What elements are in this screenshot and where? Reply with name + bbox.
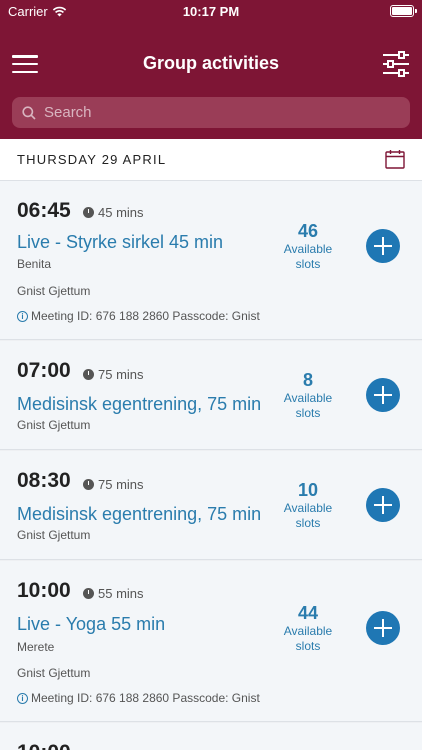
duration-label: 75 mins xyxy=(98,477,144,492)
activity-instructor: Merete xyxy=(17,640,55,654)
duration-label: 45 mins xyxy=(98,205,144,220)
activity-name: Live - Yoga 55 min xyxy=(17,614,166,634)
info-icon: i xyxy=(17,692,28,704)
activity-duration: 55 mins xyxy=(83,586,144,601)
activity-instructor: Benita xyxy=(17,257,52,271)
add-activity-button[interactable] xyxy=(366,378,400,412)
date-header: THURSDAY 29 APRIL xyxy=(0,139,422,181)
activity-duration: 75 mins xyxy=(83,367,144,382)
activity-time: 10:00 xyxy=(17,579,71,602)
date-label: THURSDAY 29 APRIL xyxy=(17,152,167,167)
activity-name: Live - Styrke sirkel 45 min xyxy=(17,232,224,252)
activity-duration: 45 mins xyxy=(83,205,144,220)
activity-name: Medisinsk egentrening, 75 min xyxy=(17,394,262,414)
search-bar[interactable] xyxy=(12,97,410,128)
meeting-info: i Meeting ID: 676 188 2860 Passcode: Gni… xyxy=(17,691,277,705)
duration-label: 55 mins xyxy=(98,586,144,601)
add-activity-button[interactable] xyxy=(366,611,400,645)
duration-label: 75 mins xyxy=(98,367,144,382)
clock-icon xyxy=(83,207,94,218)
available-slots: 46 Available slots xyxy=(276,221,340,272)
activity-time: 10:00 xyxy=(17,741,71,750)
slots-count: 10 xyxy=(297,480,319,500)
nav-bar: Group activities xyxy=(0,24,422,139)
search-icon xyxy=(22,105,36,120)
available-slots: 10 Available slots xyxy=(276,480,340,531)
add-activity-button[interactable] xyxy=(366,488,400,522)
activity-time: 08:30 xyxy=(17,469,71,492)
activity-card[interactable]: 10:00 55 mins Live - Yoga 55 min Merete … xyxy=(0,561,422,722)
slots-label: Available slots xyxy=(283,391,333,420)
add-activity-button[interactable] xyxy=(366,229,400,263)
battery-icon xyxy=(390,5,417,17)
activity-location: Gnist Gjettum xyxy=(17,528,91,542)
activity-time: 06:45 xyxy=(17,199,71,222)
meeting-text: Meeting ID: 676 188 2860 Passcode: Gnist xyxy=(31,309,260,323)
slots-label: Available slots xyxy=(283,501,333,530)
activity-location: Gnist Gjettum xyxy=(17,418,91,432)
available-slots: 44 Available slots xyxy=(276,603,340,654)
activity-name: Medisinsk egentrening, 75 min xyxy=(17,504,262,524)
clock-icon xyxy=(83,479,94,490)
activity-card[interactable]: 10:00 xyxy=(0,723,422,750)
meeting-info: i Meeting ID: 676 188 2860 Passcode: Gni… xyxy=(17,309,277,323)
activity-time: 07:00 xyxy=(17,359,71,382)
slots-count: 46 xyxy=(297,221,319,241)
activity-card[interactable]: 07:00 75 mins Medisinsk egentrening, 75 … xyxy=(0,341,422,450)
activity-location: Gnist Gjettum xyxy=(17,666,91,680)
slots-count: 44 xyxy=(297,603,319,623)
filter-sliders-icon[interactable] xyxy=(382,51,410,77)
available-slots: 8 Available slots xyxy=(276,370,340,421)
activity-card[interactable]: 06:45 45 mins Live - Styrke sirkel 45 mi… xyxy=(0,181,422,340)
activity-duration: 75 mins xyxy=(83,477,144,492)
calendar-icon[interactable] xyxy=(385,149,405,169)
clock-icon xyxy=(83,369,94,380)
activity-card[interactable]: 08:30 75 mins Medisinsk egentrening, 75 … xyxy=(0,451,422,560)
clock-icon xyxy=(83,588,94,599)
info-icon: i xyxy=(17,310,28,322)
activity-location: Gnist Gjettum xyxy=(17,284,91,298)
slots-label: Available slots xyxy=(283,242,333,271)
meeting-text: Meeting ID: 676 188 2860 Passcode: Gnist xyxy=(31,691,260,705)
slots-label: Available slots xyxy=(283,624,333,653)
status-time: 10:17 PM xyxy=(182,4,240,19)
search-input[interactable] xyxy=(44,104,384,121)
slots-count: 8 xyxy=(302,370,313,390)
status-bar: Carrier 10:17 PM xyxy=(0,0,422,24)
page-title: Group activities xyxy=(142,53,280,73)
